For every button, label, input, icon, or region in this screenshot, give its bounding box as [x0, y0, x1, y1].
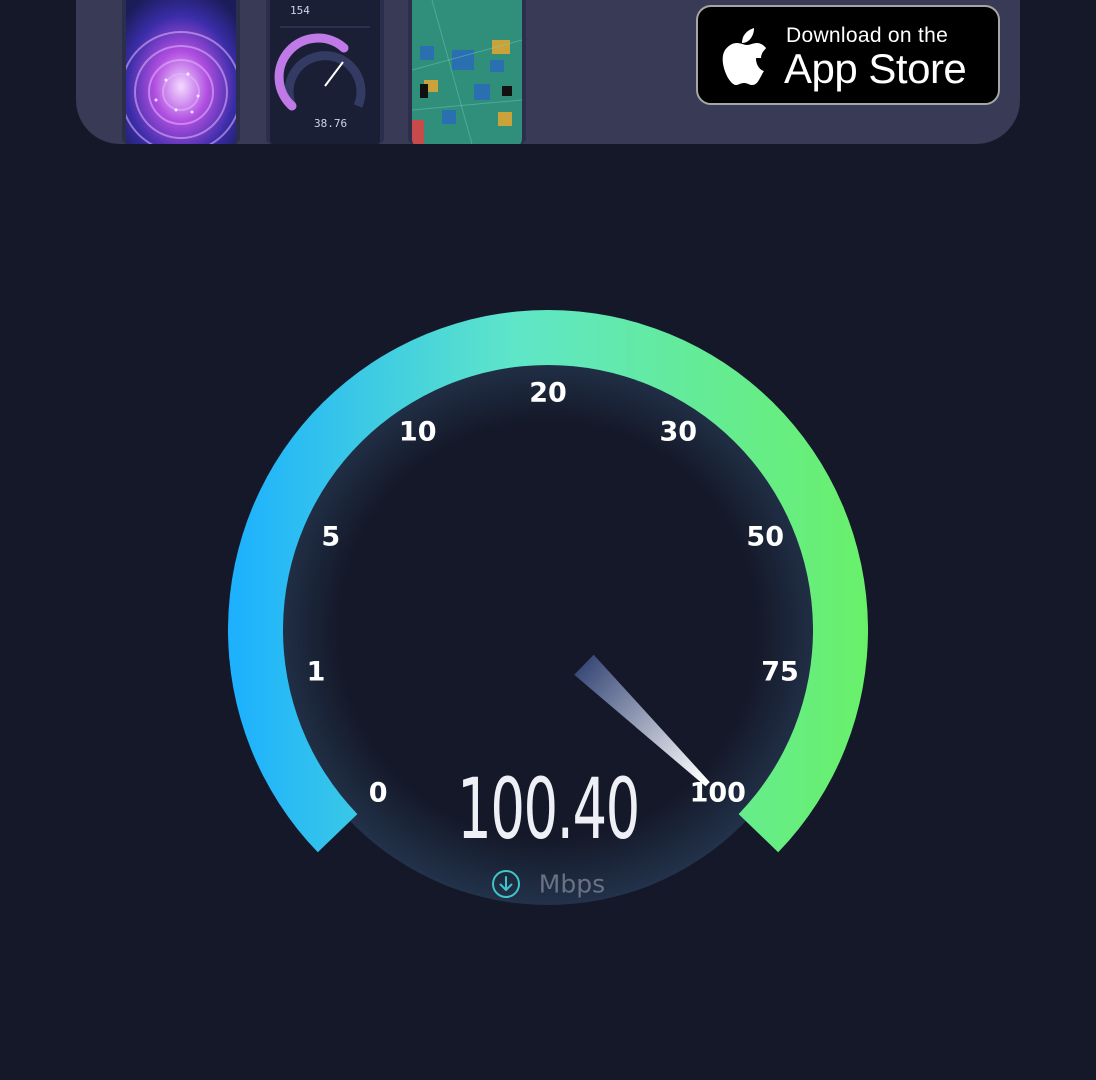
scale-label-10: 10: [399, 417, 437, 448]
speed-unit: Mbps: [538, 869, 606, 899]
download-arrow-icon: [491, 870, 520, 898]
speed-unit-row: Mbps: [0, 868, 1096, 899]
speed-reading: 100.40: [457, 760, 640, 858]
scale-label-20: 20: [529, 378, 567, 409]
scale-label-75: 75: [761, 657, 799, 688]
speed-gauge: 0151020305075100: [227, 309, 868, 905]
scale-label-50: 50: [746, 521, 784, 552]
scale-label-30: 30: [660, 417, 698, 448]
scale-label-5: 5: [321, 521, 340, 552]
scale-label-1: 1: [307, 657, 326, 688]
